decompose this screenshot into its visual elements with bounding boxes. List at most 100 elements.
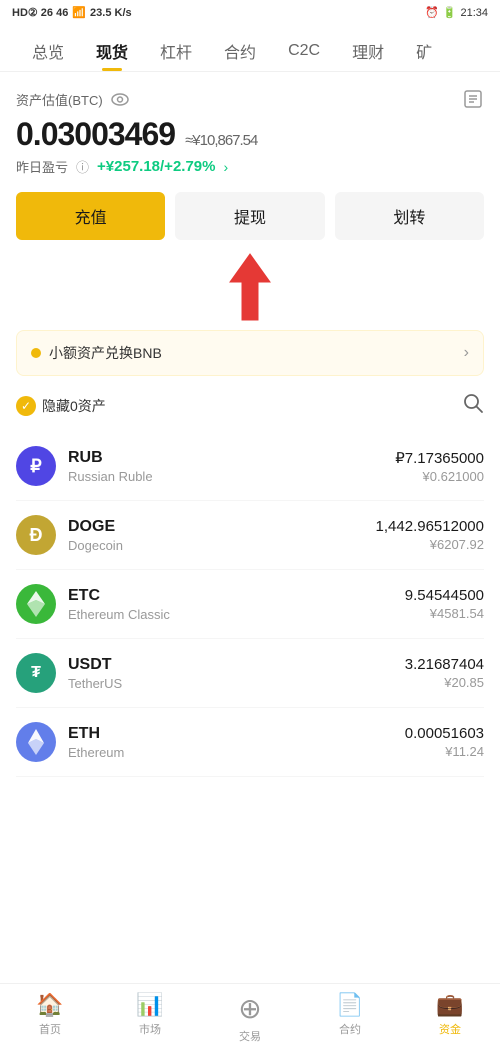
etc-cny: ¥4581.54	[405, 606, 484, 621]
asset-list-header: ✓ 隐藏0资产	[16, 392, 484, 420]
eth-cny: ¥11.24	[405, 744, 484, 759]
doge-symbol: DOGE	[68, 518, 376, 536]
nav-item-margin[interactable]: 杠杆	[144, 31, 208, 71]
nav-item-c2c[interactable]: C2C	[272, 34, 336, 68]
search-button[interactable]	[462, 392, 484, 420]
etc-values: 9.54544500 ¥4581.54	[405, 587, 484, 621]
nav-home[interactable]: 🏠 首页	[0, 992, 100, 1044]
home-icon: 🏠	[36, 992, 63, 1018]
pnl-info-icon: ⓘ	[76, 157, 89, 176]
etc-info: ETC Ethereum Classic	[68, 587, 405, 622]
nav-market[interactable]: 📊 市场	[100, 992, 200, 1044]
eye-icon[interactable]	[111, 92, 129, 106]
rub-info: RUB Russian Ruble	[68, 449, 395, 484]
nav-trade[interactable]: ⊕ 交易	[200, 992, 300, 1044]
swap-banner[interactable]: 小额资产兑换BNB ›	[16, 330, 484, 376]
usdt-info: USDT TetherUS	[68, 656, 405, 691]
pnl-arrow-icon: ›	[223, 159, 228, 175]
transfer-button[interactable]: 划转	[335, 192, 484, 240]
swap-arrow-icon: ›	[464, 344, 469, 362]
asset-label-row: 资产估值(BTC)	[16, 88, 484, 110]
nav-item-futures[interactable]: 合约	[208, 31, 272, 71]
funds-icon: 💼	[436, 992, 463, 1018]
doge-name: Dogecoin	[68, 538, 376, 553]
market-icon: 📊	[136, 992, 163, 1018]
etc-amount: 9.54544500	[405, 587, 484, 604]
rub-icon: ₽	[16, 446, 56, 486]
main-content: 资产估值(BTC) 0.03003469 ≈¥10,867.54	[0, 72, 500, 777]
coin-item-rub[interactable]: ₽ RUB Russian Ruble ₽7.17365000 ¥0.62100…	[16, 432, 484, 501]
status-speed: 23.5 K/s	[90, 7, 132, 19]
doge-amount: 1,442.96512000	[376, 518, 484, 535]
withdraw-button[interactable]: 提现	[175, 192, 324, 240]
doge-values: 1,442.96512000 ¥6207.92	[376, 518, 484, 552]
rub-cny: ¥0.621000	[395, 469, 484, 484]
nav-item-earn[interactable]: 理财	[336, 31, 400, 71]
nav-funds[interactable]: 💼 资金	[400, 992, 500, 1044]
futures-label: 合约	[339, 1021, 361, 1037]
pnl-row: 昨日盈亏 ⓘ +¥257.18/+2.79% ›	[16, 157, 484, 176]
top-nav: 总览 现货 杠杆 合约 C2C 理财 矿	[0, 25, 500, 72]
btc-value: 0.03003469	[16, 116, 175, 153]
battery-icon: 🔋	[443, 6, 457, 19]
doge-cny: ¥6207.92	[376, 537, 484, 552]
nav-item-overview[interactable]: 总览	[16, 31, 80, 71]
eth-name: Ethereum	[68, 745, 405, 760]
record-icon-wrap[interactable]	[462, 88, 484, 110]
status-right: ⏰ 🔋 21:34	[425, 6, 488, 19]
eth-amount: 0.00051603	[405, 725, 484, 742]
status-wifi-icon: 📶	[72, 6, 86, 19]
hide-zero-row[interactable]: ✓ 隐藏0资产	[16, 396, 106, 416]
doge-info: DOGE Dogecoin	[68, 518, 376, 553]
rub-name: Russian Ruble	[68, 469, 395, 484]
usdt-values: 3.21687404 ¥20.85	[405, 656, 484, 690]
status-left: HD② 26 46 📶 23.5 K/s	[12, 6, 132, 19]
coin-list: ₽ RUB Russian Ruble ₽7.17365000 ¥0.62100…	[16, 432, 484, 777]
nav-item-mining[interactable]: 矿	[400, 31, 448, 71]
swap-banner-text: 小额资产兑换BNB	[49, 343, 162, 363]
coin-item-eth[interactable]: ETH Ethereum 0.00051603 ¥11.24	[16, 708, 484, 777]
etc-icon	[16, 584, 56, 624]
asset-label-text: 资产估值(BTC)	[16, 90, 103, 109]
eth-symbol: ETH	[68, 725, 405, 743]
coin-item-doge[interactable]: Ð DOGE Dogecoin 1,442.96512000 ¥6207.92	[16, 501, 484, 570]
funds-label: 资金	[439, 1021, 461, 1037]
pnl-label: 昨日盈亏	[16, 157, 68, 176]
status-bar: HD② 26 46 📶 23.5 K/s ⏰ 🔋 21:34	[0, 0, 500, 25]
checkmark-icon: ✓	[16, 396, 36, 416]
swap-dot-icon	[31, 348, 41, 358]
coin-item-etc[interactable]: ETC Ethereum Classic 9.54544500 ¥4581.54	[16, 570, 484, 639]
swap-banner-left: 小额资产兑换BNB	[31, 343, 162, 363]
etc-name: Ethereum Classic	[68, 607, 405, 622]
usdt-symbol: USDT	[68, 656, 405, 674]
eth-values: 0.00051603 ¥11.24	[405, 725, 484, 759]
usdt-cny: ¥20.85	[405, 675, 484, 690]
arrow-annotation	[16, 252, 484, 322]
asset-value-row: 0.03003469 ≈¥10,867.54	[16, 116, 484, 153]
bottom-nav: 🏠 首页 📊 市场 ⊕ 交易 📄 合约 💼 资金	[0, 983, 500, 1056]
action-buttons-row: 充值 提现 划转	[16, 192, 484, 240]
eth-icon	[16, 722, 56, 762]
status-time: 21:34	[460, 7, 488, 19]
alarm-icon: ⏰	[425, 6, 439, 19]
trade-label: 交易	[239, 1028, 261, 1044]
futures-icon: 📄	[336, 992, 363, 1018]
rub-symbol: RUB	[68, 449, 395, 467]
hide-zero-label: 隐藏0资产	[42, 396, 106, 416]
rub-amount: ₽7.17365000	[395, 449, 484, 467]
nav-futures[interactable]: 📄 合约	[300, 992, 400, 1044]
etc-symbol: ETC	[68, 587, 405, 605]
cny-approx: ≈¥10,867.54	[185, 132, 257, 149]
deposit-button[interactable]: 充值	[16, 192, 165, 240]
home-label: 首页	[39, 1021, 61, 1037]
doge-icon: Ð	[16, 515, 56, 555]
coin-item-usdt[interactable]: ₮ USDT TetherUS 3.21687404 ¥20.85	[16, 639, 484, 708]
pnl-value: +¥257.18/+2.79%	[97, 158, 215, 175]
market-label: 市场	[139, 1021, 161, 1037]
status-network: HD② 26 46	[12, 6, 68, 19]
usdt-icon: ₮	[16, 653, 56, 693]
nav-item-spot[interactable]: 现货	[80, 31, 144, 71]
eth-info: ETH Ethereum	[68, 725, 405, 760]
usdt-name: TetherUS	[68, 676, 405, 691]
rub-values: ₽7.17365000 ¥0.621000	[395, 449, 484, 484]
